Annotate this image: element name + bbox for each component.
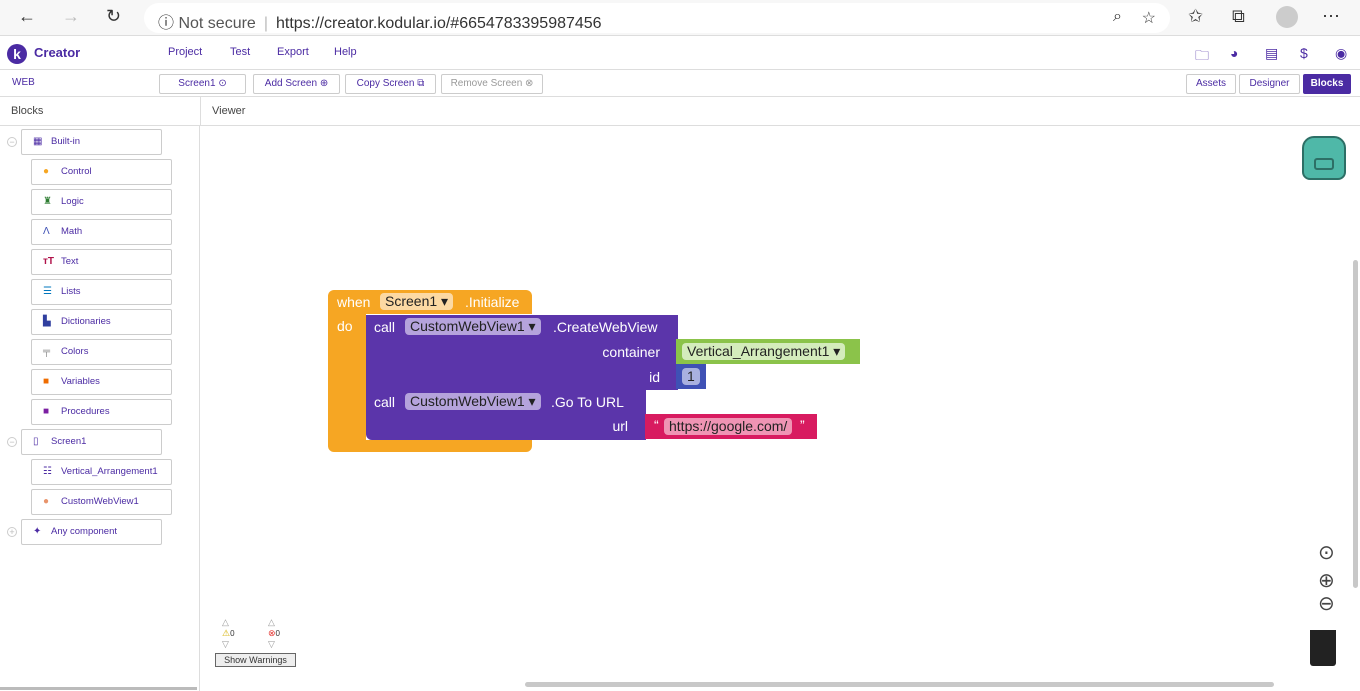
docs-icon[interactable]: ▤ <box>1265 45 1278 62</box>
add-screen-button[interactable]: Add Screen ⊕ <box>253 74 340 94</box>
colors-icon: ╤ <box>43 346 51 357</box>
menu-help[interactable]: Help <box>334 46 357 58</box>
screen-select[interactable]: Screen1 ⊙ <box>159 74 246 94</box>
arrangement-dropdown[interactable]: Vertical_Arrangement1 ▾ <box>682 343 846 360</box>
vertical-scrollbar[interactable] <box>1353 260 1358 588</box>
vertical-arrangement-block[interactable]: Vertical_Arrangement1 ▾ <box>676 339 860 364</box>
collections-icon[interactable]: ⧉ <box>1232 6 1245 27</box>
panel-headers: Blocks Viewer <box>0 97 1360 126</box>
tree-variables[interactable]: ■ Variables <box>31 369 172 395</box>
tree-dictionaries[interactable]: ▙ Dictionaries <box>31 309 172 335</box>
variables-icon: ■ <box>43 376 50 387</box>
blocks-tree: − ▦ Built-in ● Control ♜ Logic Λ Math тT Text… <box>0 126 200 691</box>
warning-icon: ⚠ <box>222 628 231 638</box>
tree-any-component[interactable]: ✦ Any component <box>21 519 162 545</box>
menu-export[interactable]: Export <box>277 46 309 58</box>
viewer-panel-title: Viewer <box>212 105 246 117</box>
when-label: when <box>337 294 371 310</box>
account-icon[interactable]: ◉ <box>1335 45 1347 62</box>
error-icon: ⊗ <box>268 628 276 638</box>
project-name: WEB <box>12 77 35 88</box>
expand-icon[interactable]: + <box>7 527 17 537</box>
dictionaries-icon: ▙ <box>43 316 51 327</box>
blocks-panel-title: Blocks <box>11 105 44 117</box>
event-name: .Initialize <box>465 294 520 310</box>
error-nav[interactable]: △ ⊗0 ▽ <box>268 617 280 650</box>
create-webview-block[interactable]: call CustomWebView1 ▾ .CreateWebView con… <box>366 315 678 390</box>
component-dropdown[interactable]: CustomWebView1 ▾ <box>405 318 541 335</box>
logic-icon: ♜ <box>43 196 52 207</box>
tree-colors[interactable]: ╤ Colors <box>31 339 172 365</box>
address-bar[interactable]: ⓘ Not secure | https://creator.kodular.io/… <box>144 3 1170 33</box>
folder-star-icon[interactable]: 🗀 <box>1195 45 1209 69</box>
url-text: https://creator.kodular.io/#665478339598… <box>275 15 602 32</box>
reload-icon[interactable]: ↻ <box>106 6 121 27</box>
designer-button[interactable]: Designer <box>1239 74 1300 94</box>
tree-customwebview1[interactable]: ● CustomWebView1 <box>31 489 172 515</box>
palette-icon[interactable]: ◕ <box>1230 45 1238 61</box>
control-icon: ● <box>43 166 50 177</box>
info-icon: ⓘ <box>158 15 179 32</box>
collapse-icon[interactable]: − <box>7 437 17 447</box>
lists-icon: ☰ <box>43 286 52 297</box>
backpack-icon[interactable] <box>1302 136 1346 180</box>
builtin-icon: ▦ <box>33 136 43 147</box>
phone-icon: ▯ <box>33 436 39 447</box>
favorite-star-icon[interactable]: ☆ <box>1142 8 1156 28</box>
number-block[interactable]: 1 <box>676 364 706 389</box>
tree-text[interactable]: тT Text <box>31 249 172 275</box>
tree-lists[interactable]: ☰ Lists <box>31 279 172 305</box>
dollar-icon[interactable]: $ <box>1300 45 1308 61</box>
tree-screen1[interactable]: ▯ Screen1 <box>21 429 162 455</box>
component-dropdown[interactable]: CustomWebView1 ▾ <box>405 393 541 410</box>
collapse-icon[interactable]: − <box>7 137 17 147</box>
tree-procedures[interactable]: ■ Procedures <box>31 399 172 425</box>
zoom-icon[interactable]: ⌕ <box>1113 8 1122 26</box>
forward-icon[interactable]: → <box>62 6 80 27</box>
show-warnings-button[interactable]: Show Warnings <box>215 653 296 667</box>
warning-nav[interactable]: △ ⚠0 ▽ <box>222 617 235 650</box>
event-block-body: do <box>328 314 366 440</box>
tree-control[interactable]: ● Control <box>31 159 172 185</box>
menu-test[interactable]: Test <box>230 46 250 58</box>
zoom-out-icon[interactable]: ⊖ <box>1318 591 1335 616</box>
procedures-icon: ■ <box>43 406 50 417</box>
vertical-arrangement-icon: ☷ <box>43 466 52 477</box>
app-menubar <box>0 36 1360 70</box>
text-block[interactable]: “ https://google.com/ ” <box>645 414 817 439</box>
copy-screen-button[interactable]: Copy Screen ⧉ <box>345 74 436 94</box>
tree-logic[interactable]: ♜ Logic <box>31 189 172 215</box>
security-label: Not secure <box>178 15 256 32</box>
browser-toolbar: ← → ↻ ⓘ Not secure | https://creator.kodul… <box>0 0 1360 36</box>
screen-dropdown[interactable]: Screen1 ▾ <box>380 293 454 310</box>
profile-avatar[interactable] <box>1276 6 1298 28</box>
blocks-button[interactable]: Blocks <box>1303 74 1351 94</box>
webview-icon: ● <box>43 496 50 507</box>
app-name: Creator <box>34 45 81 60</box>
kodular-logo: k <box>7 44 27 64</box>
trash-icon[interactable] <box>1310 630 1336 666</box>
tree-vertical-arrangement1[interactable]: ☷ Vertical_Arrangement1 <box>31 459 172 485</box>
assets-button[interactable]: Assets <box>1186 74 1236 94</box>
more-icon[interactable]: ⋯ <box>1322 6 1340 27</box>
menu-project[interactable]: Project <box>168 46 202 58</box>
remove-screen-button[interactable]: Remove Screen ⊗ <box>441 74 543 94</box>
sidebar-scrollbar[interactable] <box>0 687 197 690</box>
favorites-icon[interactable]: ✩ <box>1188 6 1203 27</box>
back-icon[interactable]: ← <box>18 6 36 27</box>
math-icon: Λ <box>43 226 50 237</box>
recenter-icon[interactable]: ⊙ <box>1318 540 1335 565</box>
go-to-url-block[interactable]: call CustomWebView1 ▾ .Go To URL url <box>366 390 646 440</box>
sparkle-icon: ✦ <box>33 526 42 537</box>
text-icon: тT <box>43 256 55 267</box>
tree-math[interactable]: Λ Math <box>31 219 172 245</box>
tree-builtin[interactable]: ▦ Built-in <box>21 129 162 155</box>
horizontal-scrollbar[interactable] <box>525 682 1274 687</box>
zoom-in-icon[interactable]: ⊕ <box>1318 568 1335 593</box>
event-block-header[interactable]: when Screen1 ▾ .Initialize <box>328 290 532 314</box>
